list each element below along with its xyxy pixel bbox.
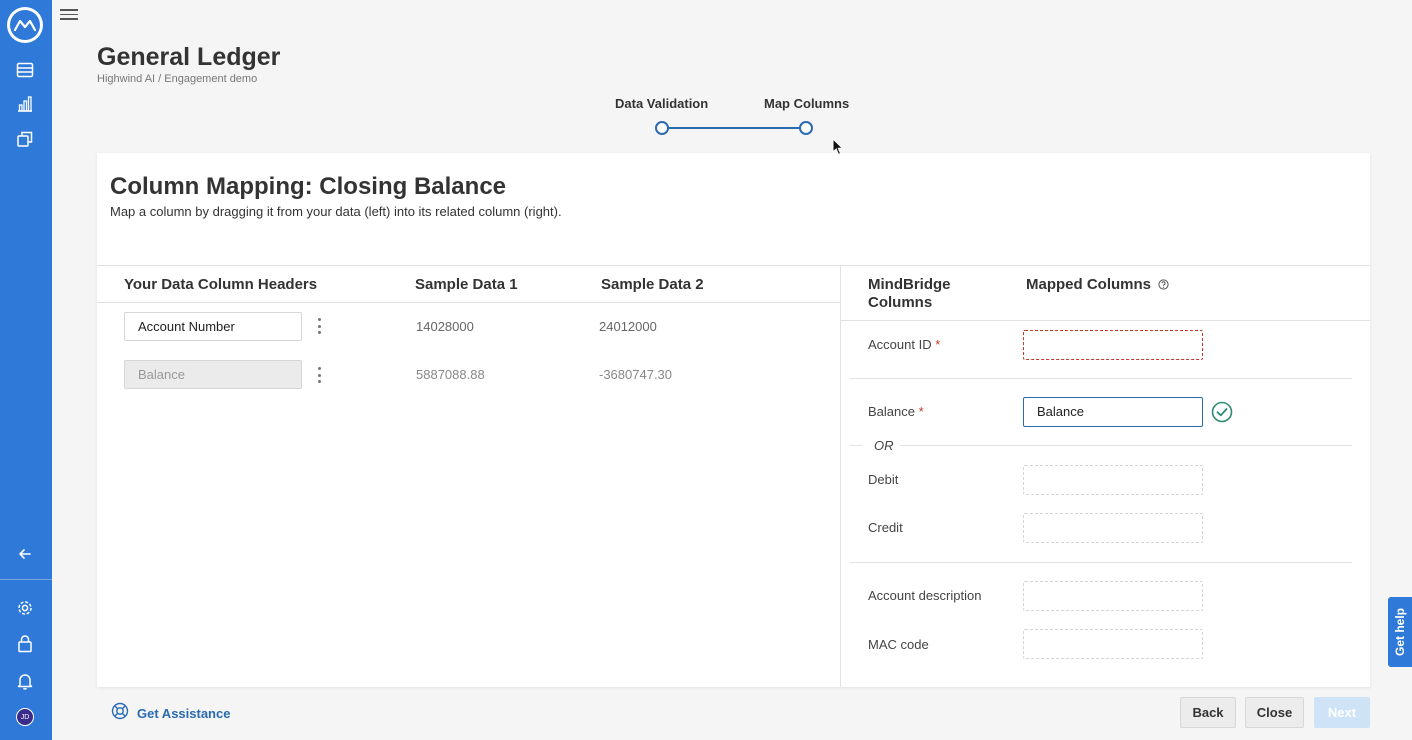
drop-target-account-description[interactable] bbox=[1023, 581, 1203, 611]
panel-divider bbox=[840, 265, 841, 687]
drop-target-debit[interactable] bbox=[1023, 465, 1203, 495]
get-assistance-label: Get Assistance bbox=[137, 706, 231, 721]
mapped-columns-header: Mapped Columns bbox=[1026, 276, 1169, 294]
sample-data-2-value: -3680747.30 bbox=[599, 367, 673, 382]
mindbridge-columns-header: MindBridge Columns bbox=[868, 276, 951, 311]
step-data-validation-label[interactable]: Data Validation bbox=[615, 96, 708, 111]
get-help-tab[interactable]: Get help bbox=[1388, 597, 1412, 667]
sample-data-1-value: 5887088.88 bbox=[416, 367, 485, 382]
or-separator: OR bbox=[874, 438, 894, 453]
column-mapping-card: Column Mapping: Closing Balance Map a co… bbox=[97, 153, 1370, 687]
user-avatar[interactable]: JD bbox=[16, 708, 34, 726]
collapse-arrow-icon[interactable] bbox=[14, 543, 36, 565]
page-title: General Ledger bbox=[97, 43, 281, 71]
hamburger-menu-icon[interactable] bbox=[60, 6, 78, 22]
get-assistance-link[interactable]: Get Assistance bbox=[111, 702, 230, 725]
question-circle-icon[interactable] bbox=[1158, 277, 1169, 294]
sample-data-2-column: Sample Data 2 bbox=[601, 276, 704, 293]
field-label-text: Account ID bbox=[868, 337, 932, 352]
lock-icon[interactable] bbox=[14, 632, 36, 654]
lifebuoy-icon bbox=[111, 702, 129, 725]
mouse-pointer-icon bbox=[832, 137, 844, 161]
field-label-credit: Credit bbox=[868, 520, 903, 535]
stepper-connector bbox=[667, 127, 800, 129]
step-map-columns-dot[interactable] bbox=[799, 121, 813, 135]
more-options-icon[interactable] bbox=[316, 367, 322, 383]
sidebar: JD bbox=[0, 0, 52, 740]
field-label-account-description: Account description bbox=[868, 588, 982, 603]
card-title: Column Mapping: Closing Balance bbox=[110, 173, 507, 200]
card-subtitle: Map a column by dragging it from your da… bbox=[110, 204, 562, 219]
library-icon[interactable] bbox=[14, 128, 36, 150]
step-map-columns-label[interactable]: Map Columns bbox=[764, 96, 849, 111]
required-marker: * bbox=[918, 404, 924, 419]
field-label-text: Balance bbox=[868, 404, 915, 419]
sample-data-1-column: Sample Data 1 bbox=[415, 276, 518, 293]
mapping-header-divider bbox=[841, 320, 1370, 321]
drop-target-credit[interactable] bbox=[1023, 513, 1203, 543]
source-column-account-number[interactable]: Account Number bbox=[124, 312, 302, 341]
field-label-debit: Debit bbox=[868, 472, 899, 487]
drop-target-mac-code[interactable] bbox=[1023, 629, 1203, 659]
source-header-divider bbox=[97, 302, 840, 303]
field-label-account-id: Account ID * bbox=[868, 337, 940, 352]
drop-target-balance[interactable]: Balance bbox=[1023, 397, 1203, 427]
sidebar-divider bbox=[0, 579, 52, 580]
next-button[interactable]: Next bbox=[1314, 697, 1370, 728]
drop-target-account-id[interactable] bbox=[1023, 330, 1203, 360]
mountain-logo-icon bbox=[10, 10, 40, 40]
group-divider bbox=[850, 562, 1352, 563]
group-divider bbox=[850, 378, 1352, 379]
section-divider bbox=[97, 265, 1370, 266]
bell-icon[interactable] bbox=[14, 670, 36, 692]
field-label-mac-code: MAC code bbox=[868, 637, 929, 652]
or-divider-left bbox=[850, 445, 862, 446]
field-label-balance: Balance * bbox=[868, 404, 924, 419]
close-button[interactable]: Close bbox=[1245, 697, 1304, 728]
source-column-balance[interactable]: Balance bbox=[124, 360, 302, 389]
check-circle-icon bbox=[1211, 401, 1233, 428]
gear-icon[interactable] bbox=[14, 597, 36, 619]
back-button[interactable]: Back bbox=[1180, 697, 1236, 728]
app-logo[interactable] bbox=[7, 7, 43, 43]
or-divider-right bbox=[900, 445, 1352, 446]
mapped-columns-label: Mapped Columns bbox=[1026, 276, 1152, 293]
more-options-icon[interactable] bbox=[316, 318, 322, 334]
sample-data-1-value: 14028000 bbox=[416, 319, 474, 334]
data-table-icon[interactable] bbox=[14, 59, 36, 81]
sample-data-2-value: 24012000 bbox=[599, 319, 657, 334]
required-marker: * bbox=[935, 337, 941, 352]
your-data-headers-column: Your Data Column Headers bbox=[124, 276, 318, 293]
breadcrumb[interactable]: Highwind AI / Engagement demo bbox=[97, 73, 257, 85]
step-data-validation-dot[interactable] bbox=[655, 121, 669, 135]
bar-chart-icon[interactable] bbox=[14, 93, 36, 115]
get-help-label: Get help bbox=[1393, 607, 1408, 657]
